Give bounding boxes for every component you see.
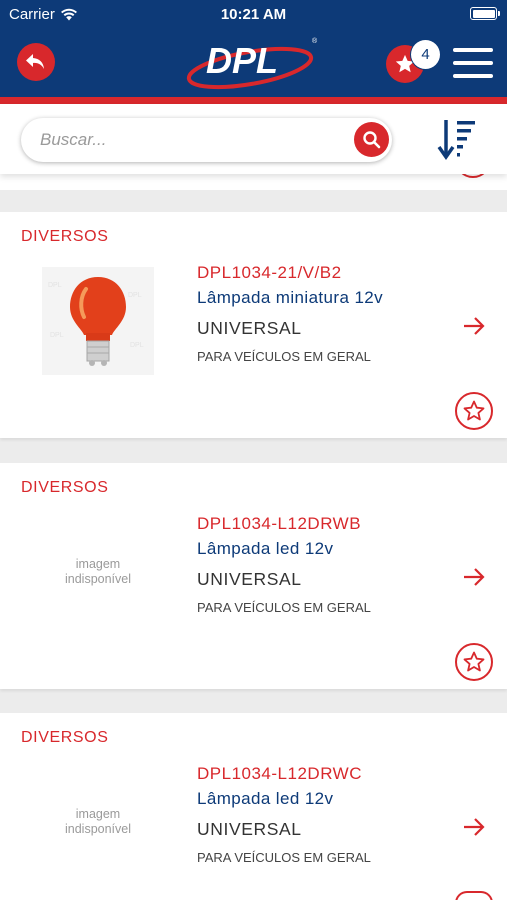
hamburger-menu-button[interactable] (453, 48, 493, 80)
app-header: Carrier 10:21 AM DPL ® 4 (0, 0, 507, 104)
battery-icon (470, 7, 500, 20)
product-card[interactable]: DIVERSOS DPL DPL DPL DPL DPL1034-21/V/B2 Lâ… (0, 212, 507, 438)
menu-line (453, 74, 493, 78)
status-bar: Carrier 10:21 AM (0, 0, 507, 28)
star-outline-icon (463, 651, 485, 672)
product-category: DIVERSOS (21, 479, 109, 496)
product-description: PARA VEÍCULOS EM GERAL (197, 349, 371, 364)
svg-text:DPL: DPL (48, 282, 62, 289)
search-icon (362, 130, 380, 148)
dpl-logo: DPL ® (186, 37, 318, 90)
product-image: DPL DPL DPL DPL (42, 267, 154, 375)
search-button[interactable] (354, 122, 389, 157)
back-button[interactable] (17, 43, 55, 81)
product-category: DIVERSOS (21, 729, 109, 746)
product-code: DPL1034-L12DRWB (197, 514, 362, 533)
sort-descending-icon (437, 120, 475, 161)
svg-text:®: ® (312, 37, 318, 45)
product-code: DPL1034-21/V/B2 (197, 263, 342, 282)
favorite-star-button[interactable] (455, 392, 493, 430)
svg-text:DPL: DPL (130, 342, 144, 349)
product-application: UNIVERSAL (197, 569, 302, 589)
product-image-placeholder: imagem indisponível (42, 518, 154, 626)
product-code: DPL1034-L12DRWC (197, 764, 362, 783)
image-unavailable-text: imagem indisponível (64, 807, 131, 836)
product-description: PARA VEÍCULOS EM GERAL (197, 850, 371, 865)
search-bar (0, 104, 507, 174)
product-description: PARA VEÍCULOS EM GERAL (197, 600, 371, 615)
product-card[interactable]: DIVERSOS imagem indisponível DPL1034-L12… (0, 463, 507, 689)
arrow-right-icon[interactable] (462, 816, 486, 838)
undo-arrow-icon (26, 54, 44, 69)
sort-button[interactable] (436, 116, 480, 162)
product-name: Lâmpada led 12v (197, 539, 334, 558)
header-red-stripe (0, 97, 507, 104)
image-unavailable-text: imagem indisponível (64, 557, 131, 586)
product-category: DIVERSOS (21, 228, 109, 245)
amber-bulb-image: DPL DPL DPL DPL (42, 267, 154, 375)
logo-text: DPL (206, 40, 278, 81)
arrow-right-icon[interactable] (462, 315, 486, 337)
menu-line (453, 48, 493, 52)
star-outline-icon (463, 400, 485, 421)
svg-text:DPL: DPL (128, 292, 142, 299)
product-name: Lâmpada miniatura 12v (197, 288, 384, 307)
favorites-count-badge: 4 (411, 40, 440, 69)
status-time: 10:21 AM (220, 6, 287, 23)
product-card[interactable]: DIVERSOS imagem indisponível DPL1034-L12… (0, 713, 507, 900)
product-application: UNIVERSAL (197, 318, 302, 338)
search-input[interactable] (40, 118, 340, 162)
product-image-placeholder: imagem indisponível (42, 768, 154, 876)
favorite-star-button[interactable] (455, 643, 493, 681)
product-name: Lâmpada led 12v (197, 789, 334, 808)
product-application: UNIVERSAL (197, 819, 302, 839)
favorite-star-button[interactable] (455, 891, 493, 900)
menu-line (453, 61, 493, 65)
arrow-right-icon[interactable] (462, 566, 486, 588)
search-box (21, 118, 392, 162)
svg-text:DPL: DPL (50, 332, 64, 339)
